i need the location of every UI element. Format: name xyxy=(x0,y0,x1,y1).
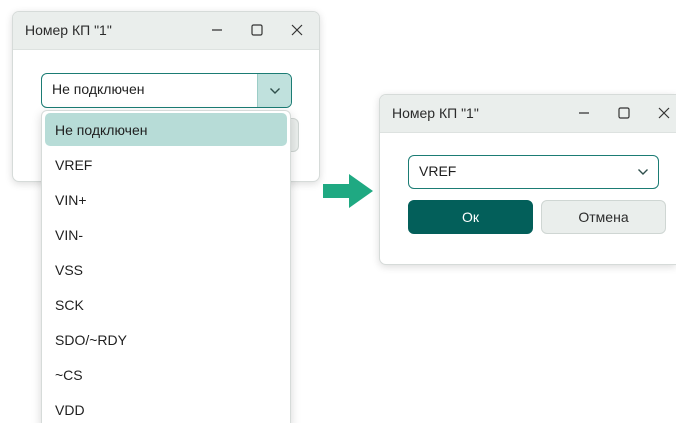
left-dialog-titlebar[interactable]: Номер КП "1" xyxy=(13,12,319,50)
screenshot-canvas: Номер КП "1" Не подключен Не подключен V… xyxy=(0,0,676,423)
right-combobox-value: VREF xyxy=(419,163,457,179)
dropdown-item-vref[interactable]: VREF xyxy=(45,148,287,181)
dropdown-item-vdd[interactable]: VDD xyxy=(45,393,287,423)
left-dialog-title: Номер КП "1" xyxy=(25,22,112,38)
dropdown-item-cs[interactable]: ~CS xyxy=(45,358,287,391)
right-dialog-title: Номер КП "1" xyxy=(392,105,479,121)
dropdown-item-not-connected[interactable]: Не подключен xyxy=(45,113,287,146)
dropdown-item-sdo-rdy[interactable]: SDO/~RDY xyxy=(45,323,287,356)
maximize-icon[interactable] xyxy=(248,21,266,39)
right-pin-combobox[interactable]: VREF xyxy=(408,155,659,189)
ok-button[interactable]: Ок xyxy=(408,200,533,234)
chevron-down-icon[interactable] xyxy=(257,74,291,107)
minimize-icon[interactable] xyxy=(575,104,593,122)
dropdown-item-vin-minus[interactable]: VIN- xyxy=(45,218,287,251)
dropdown-item-vss[interactable]: VSS xyxy=(45,253,287,286)
dropdown-item-sck[interactable]: SCK xyxy=(45,288,287,321)
pin-dropdown-list: Не подключен VREF VIN+ VIN- VSS SCK SDO/… xyxy=(41,110,291,423)
close-icon[interactable] xyxy=(655,104,673,122)
left-pin-combobox[interactable]: Не подключен xyxy=(41,73,292,108)
chevron-down-icon[interactable] xyxy=(628,156,658,188)
right-dialog-titlebar[interactable]: Номер КП "1" xyxy=(380,95,676,133)
right-dialog-window: Номер КП "1" VREF Ок Отмена xyxy=(379,94,676,265)
close-icon[interactable] xyxy=(288,21,306,39)
cancel-button[interactable]: Отмена xyxy=(541,200,666,234)
minimize-icon[interactable] xyxy=(208,21,226,39)
arrow-right-icon xyxy=(323,174,373,208)
maximize-icon[interactable] xyxy=(615,104,633,122)
left-combobox-value: Не подключен xyxy=(52,81,145,97)
dropdown-item-vin-plus[interactable]: VIN+ xyxy=(45,183,287,216)
